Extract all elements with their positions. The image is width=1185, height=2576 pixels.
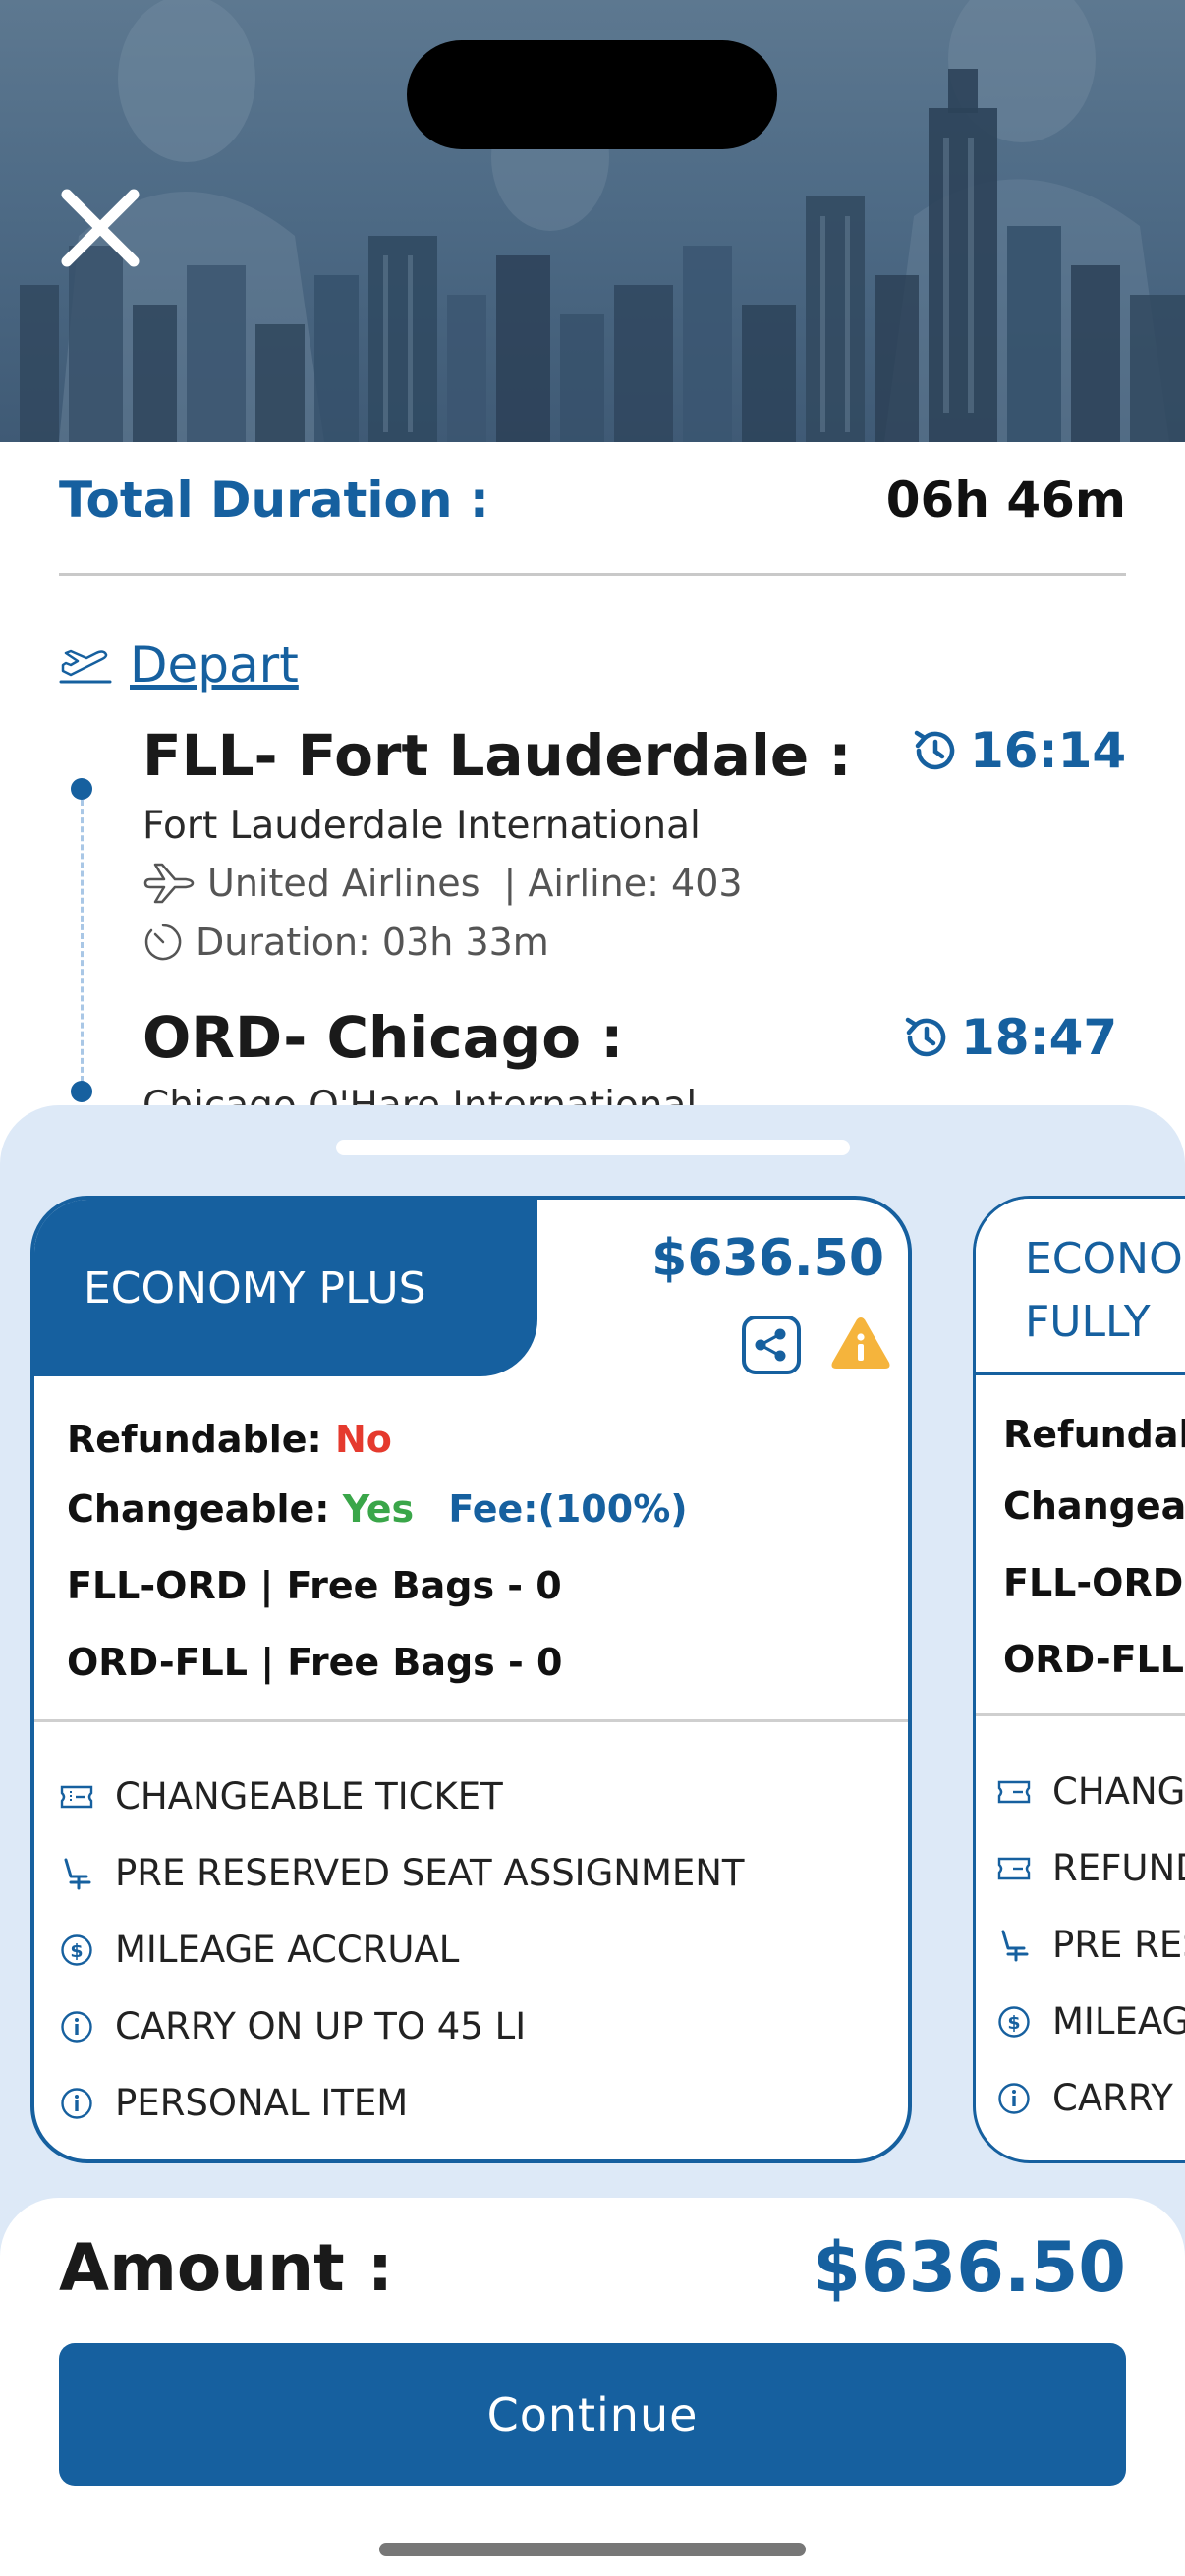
amount-label: Amount : [59,2230,394,2306]
svg-text:$: $ [1007,2012,1020,2034]
continue-button[interactable]: Continue [59,2343,1126,2486]
segment-2-time-text: 18:47 [961,1009,1118,1066]
feature-label: PERSONAL ITEM [115,2082,409,2124]
close-button[interactable] [57,185,143,271]
fare-warning-button[interactable] [828,1314,893,1372]
ticket-icon [997,1780,1031,1803]
changeable-label: Changea [1003,1484,1185,1528]
total-duration-row: Total Duration : 06h 46m [59,472,1126,540]
info-icon [998,2082,1030,2114]
total-duration-label: Total Duration : [59,472,489,529]
feature-item: CHANGEABLE TICKET [58,1775,503,1818]
plane-icon [143,863,195,904]
info-icon [61,2087,92,2119]
ticket-icon [997,1857,1031,1879]
seat-icon [64,1858,91,1889]
bags-outbound: FLL-ORD | Free Bags - 0 [67,1564,562,1607]
segment-2-time: 18:47 [900,1009,1117,1066]
refundable-label: Refundable: [67,1418,322,1461]
changeable-row: Changeable: Yes Fee:(100%) [67,1487,688,1531]
bags-outbound: FLL-ORD | [1003,1561,1185,1604]
depart-link[interactable]: Depart [59,634,299,697]
feature-item: $ MILEAGE ACCRUAL [58,1929,459,1971]
share-button[interactable] [742,1316,801,1374]
feature-item: CHANG [995,1770,1185,1813]
segment-1-airport: Fort Lauderdale International [142,804,701,848]
checkout-footer: Amount : $636.50 Continue [0,2198,1185,2576]
close-icon [61,189,140,267]
segment-1-airline: United Airlines [207,862,480,905]
fare-card-economy-plus[interactable]: ECONOMY PLUS $636.50 Refundable: No Chan… [30,1196,912,2163]
history-icon [914,730,955,770]
home-indicator[interactable] [379,2543,806,2556]
depart-label[interactable]: Depart [130,637,299,694]
fare-card-economy-fully[interactable]: ECONO FULLY Refundab Changea FLL-ORD | O… [973,1196,1185,2163]
feature-label: PRE RESERVED SEAT ASSIGNMENT [115,1852,745,1894]
sheet-grabber[interactable] [336,1140,850,1155]
timeline-dot [71,778,92,800]
timeline-dot [71,1081,92,1102]
bags-return: ORD-FLL | [1003,1638,1185,1681]
amount-value: $636.50 [813,2227,1126,2308]
feature-label: CHANGEABLE TICKET [115,1775,503,1818]
seat-icon [1001,1930,1029,1961]
fare-divider [34,1719,908,1722]
changeable-fee: Fee:(100%) [448,1487,688,1531]
refundable-value: No [334,1418,392,1461]
feature-label: PRE RES [1052,1924,1185,1966]
feature-item: $ MILEAG [995,2000,1185,2043]
history-icon [905,1017,946,1057]
feature-label: CARRY [1052,2077,1173,2119]
share-icon [755,1328,786,1362]
feature-label: REFUND [1052,1847,1185,1889]
fare-name-line1: ECONO [1025,1234,1183,1284]
feature-label: MILEAGE ACCRUAL [115,1929,460,1971]
bags-return: ORD-FLL | Free Bags - 0 [67,1641,563,1684]
info-icon [61,2010,92,2043]
fare-name-line2: FULLY [1025,1297,1151,1347]
svg-text:$: $ [70,1940,83,1962]
timeline-connector [81,791,84,1091]
divider [59,573,1126,576]
hero-banner [0,0,1185,442]
fare-price: $636.50 [651,1229,884,1288]
fare-name-tab: ECONO FULLY [976,1199,1185,1375]
feature-item: REFUND [995,1847,1185,1889]
total-duration-value: 06h 46m [885,472,1126,529]
segment-1-title: FLL- Fort Lauderdale : [142,722,852,789]
ticket-icon [60,1785,93,1808]
segment-1-flight: | Airline: 403 [503,862,743,905]
continue-label: Continue [486,2387,699,2441]
refundable-row: Refundable: No [67,1418,392,1461]
warning-icon [831,1317,890,1369]
feature-item: PERSONAL ITEM [58,2082,408,2124]
changeable-value: Yes [342,1487,415,1531]
feature-item: CARRY ON UP TO 45 LI [58,2005,526,2047]
segment-1-duration: Duration: 03h 33m [196,921,549,964]
fare-divider [976,1713,1185,1716]
fare-name-tab: ECONOMY PLUS [34,1200,537,1376]
dollar-icon: $ [61,1933,92,1966]
feature-item: PRE RESERVED SEAT ASSIGNMENT [58,1852,745,1894]
segment-1-airline-row: United Airlines | Airline: 403 [142,862,743,905]
refundable-label: Refundab [1003,1413,1185,1456]
feature-label: CARRY ON UP TO 45 LI [115,2005,527,2047]
segment-1-time: 16:14 [909,722,1126,779]
timer-icon [144,924,182,961]
changeable-label: Changeable: [67,1487,330,1531]
segment-1-duration-row: Duration: 03h 33m [142,921,549,964]
segment-1-time-text: 16:14 [970,722,1127,779]
feature-label: MILEAG [1052,2000,1185,2043]
camera-notch [407,40,777,149]
dollar-icon: $ [998,2005,1030,2038]
segment-2-title: ORD- Chicago : [142,1004,624,1071]
plane-takeoff-icon [59,649,112,684]
fare-name: ECONOMY PLUS [84,1262,426,1314]
feature-label: CHANG [1052,1770,1185,1813]
feature-item: CARRY [995,2077,1173,2119]
feature-item: PRE RES [995,1924,1185,1966]
